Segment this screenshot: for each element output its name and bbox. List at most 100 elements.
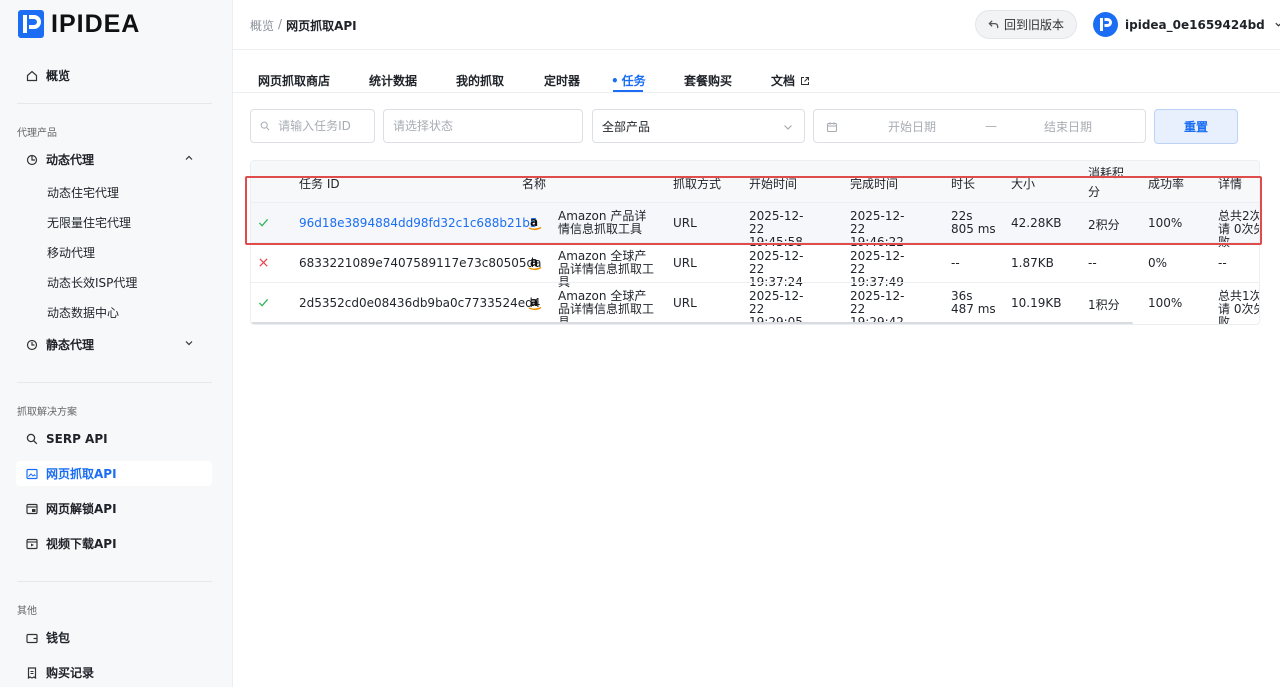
task-size: 10.19KB	[1011, 296, 1062, 310]
task-id[interactable]: 2d5352cd0e08436db9ba0c7733524ed4	[299, 296, 540, 310]
divider	[17, 103, 212, 104]
browser-unlock-icon	[26, 503, 38, 515]
check-icon	[258, 298, 269, 307]
sidebar-item-web-scrape-api[interactable]: 网页抓取API	[16, 461, 212, 486]
end-date-field[interactable]: 结束日期	[1044, 118, 1092, 135]
task-id[interactable]: 6833221089e7407589117e73c80505da	[299, 256, 541, 270]
sidebar-item-static-proxy[interactable]: 静态代理	[16, 332, 212, 357]
sidebar-item-wallet[interactable]: 钱包	[16, 625, 212, 650]
chevron-down-icon	[784, 125, 792, 130]
task-id-field[interactable]	[250, 109, 375, 143]
breadcrumb-current: 网页抓取API	[286, 19, 357, 33]
task-success-rate: 0%	[1148, 256, 1168, 270]
sidebar-item-label: SERP API	[46, 431, 108, 446]
sidebar-item-dynamic-proxy[interactable]: 动态代理	[16, 147, 212, 172]
receipt-icon	[26, 666, 38, 679]
tab-my-scrapes[interactable]: 我的抓取	[456, 72, 504, 90]
tab-scrape-store[interactable]: 网页抓取商店	[258, 72, 330, 90]
date-separator: —	[985, 119, 997, 133]
sidebar-item-dynamic-residential[interactable]: 动态住宅代理	[47, 182, 119, 202]
chevron-down-icon	[1275, 22, 1280, 27]
sidebar-item-datacenter[interactable]: 动态数据中心	[47, 302, 119, 322]
cross-icon	[259, 258, 268, 267]
chevron-down-icon	[185, 341, 193, 346]
col-task-id: 任务 ID	[299, 177, 340, 191]
task-duration: 22s 805 ms	[951, 209, 996, 236]
col-size: 大小	[1011, 177, 1036, 191]
sidebar-item-serp-api[interactable]: SERP API	[16, 426, 212, 451]
tasks-table: 任务 ID 名称 抓取方式 开始时间 完成时间 时长 大小 消耗积分 成功率 详…	[250, 160, 1260, 325]
divider	[17, 382, 212, 383]
table-header: 任务 ID 名称 抓取方式 开始时间 完成时间 时长 大小 消耗积分 成功率 详…	[251, 161, 1259, 202]
breadcrumb: 概览 / 网页抓取API	[250, 17, 357, 34]
status-select[interactable]	[383, 109, 583, 143]
table-row[interactable]: 6833221089e7407589117e73c80505da a Amazo…	[251, 242, 1259, 289]
old-version-button[interactable]: 回到旧版本	[975, 10, 1077, 39]
col-detail: 详情	[1218, 177, 1243, 191]
tab-docs-label: 文档	[771, 74, 796, 88]
col-duration: 时长	[951, 177, 976, 191]
task-id-link[interactable]: 96d18e3894884dd98fd32c1c688b21b5	[299, 216, 537, 230]
task-method: URL	[673, 256, 697, 270]
col-start-time: 开始时间	[749, 177, 798, 191]
start-date-field[interactable]: 开始日期	[888, 118, 936, 135]
task-id-input[interactable]	[278, 119, 374, 133]
refresh-globe-icon	[26, 154, 38, 166]
task-success-rate: 100%	[1148, 296, 1183, 310]
table-row[interactable]: 96d18e3894884dd98fd32c1c688b21b5 a Amazo…	[251, 202, 1259, 249]
task-name: Amazon 产品详情信息抓取工具	[558, 209, 647, 236]
tab-plan-purchase[interactable]: 套餐购买	[684, 72, 732, 90]
task-name: Amazon 全球产品详情信息抓取工具	[558, 289, 655, 325]
sidebar-item-label: 动态代理	[46, 153, 95, 167]
sidebar-item-purchases[interactable]: 购买记录	[16, 660, 212, 685]
sidebar-item-label: 购买记录	[46, 666, 95, 680]
task-detail: 总共1次请 0次失败	[1218, 289, 1260, 325]
sidebar-item-label: 视频下载API	[46, 537, 117, 551]
col-end-time: 完成时间	[850, 177, 899, 191]
col-credits: 消耗积分	[1088, 166, 1125, 199]
tab-statistics[interactable]: 统计数据	[369, 72, 417, 90]
sidebar-item-label: 概览	[46, 69, 71, 83]
sidebar-item-unlimited-residential[interactable]: 无限量住宅代理	[47, 212, 131, 232]
sidebar-item-label: 网页抓取API	[46, 467, 117, 481]
external-link-icon	[801, 77, 810, 85]
svg-text:a: a	[530, 255, 538, 269]
reset-button[interactable]: 重置	[1154, 109, 1238, 144]
breadcrumb-separator: /	[278, 17, 283, 31]
horizontal-scrollbar[interactable]	[251, 322, 1133, 324]
product-select[interactable]: 全部产品	[592, 109, 805, 143]
date-range-picker[interactable]: 开始日期 — 结束日期	[813, 109, 1146, 143]
search-icon	[260, 121, 270, 131]
static-globe-icon	[26, 339, 38, 351]
task-credits: 2积分	[1088, 218, 1120, 232]
user-menu[interactable]: ipidea_0e1659424bd	[1093, 12, 1280, 37]
check-icon	[258, 218, 269, 227]
task-start-time: 2025-12-22 19:29:05	[749, 289, 804, 325]
task-size: 42.28KB	[1011, 216, 1062, 230]
task-duration: --	[951, 256, 960, 270]
sidebar-item-isp-proxy[interactable]: 动态长效ISP代理	[47, 272, 137, 292]
tabs-divider	[233, 92, 1280, 93]
task-success-rate: 100%	[1148, 216, 1183, 230]
tab-docs[interactable]: 文档	[771, 72, 810, 90]
task-method: URL	[673, 296, 697, 310]
user-logo-icon	[1099, 18, 1112, 31]
sidebar-item-web-unlock-api[interactable]: 网页解锁API	[16, 496, 212, 521]
header-divider	[233, 49, 1280, 50]
sidebar: IPIDEA 概览 代理产品 动态代理 动态住宅代理 无限量住宅代理 移动代理 …	[0, 0, 233, 687]
logo[interactable]: IPIDEA	[18, 10, 140, 38]
sidebar-item-mobile-proxy[interactable]: 移动代理	[47, 242, 95, 262]
tab-timer[interactable]: 定时器	[544, 72, 580, 90]
task-size: 1.87KB	[1011, 256, 1054, 270]
breadcrumb-root[interactable]: 概览	[250, 17, 274, 34]
logo-text: IPIDEA	[51, 9, 141, 38]
tab-tasks[interactable]: 任务	[611, 72, 646, 90]
sidebar-item-label: 网页解锁API	[46, 502, 117, 516]
status-input[interactable]	[393, 119, 582, 133]
sidebar-item-video-api[interactable]: 视频下载API	[16, 531, 212, 556]
amazon-logo-icon: a	[528, 215, 542, 231]
table-row[interactable]: 2d5352cd0e08436db9ba0c7733524ed4 a Amazo…	[251, 282, 1260, 325]
amazon-logo-icon: a	[528, 295, 542, 311]
search-icon	[26, 433, 38, 445]
sidebar-item-overview[interactable]: 概览	[16, 63, 212, 88]
